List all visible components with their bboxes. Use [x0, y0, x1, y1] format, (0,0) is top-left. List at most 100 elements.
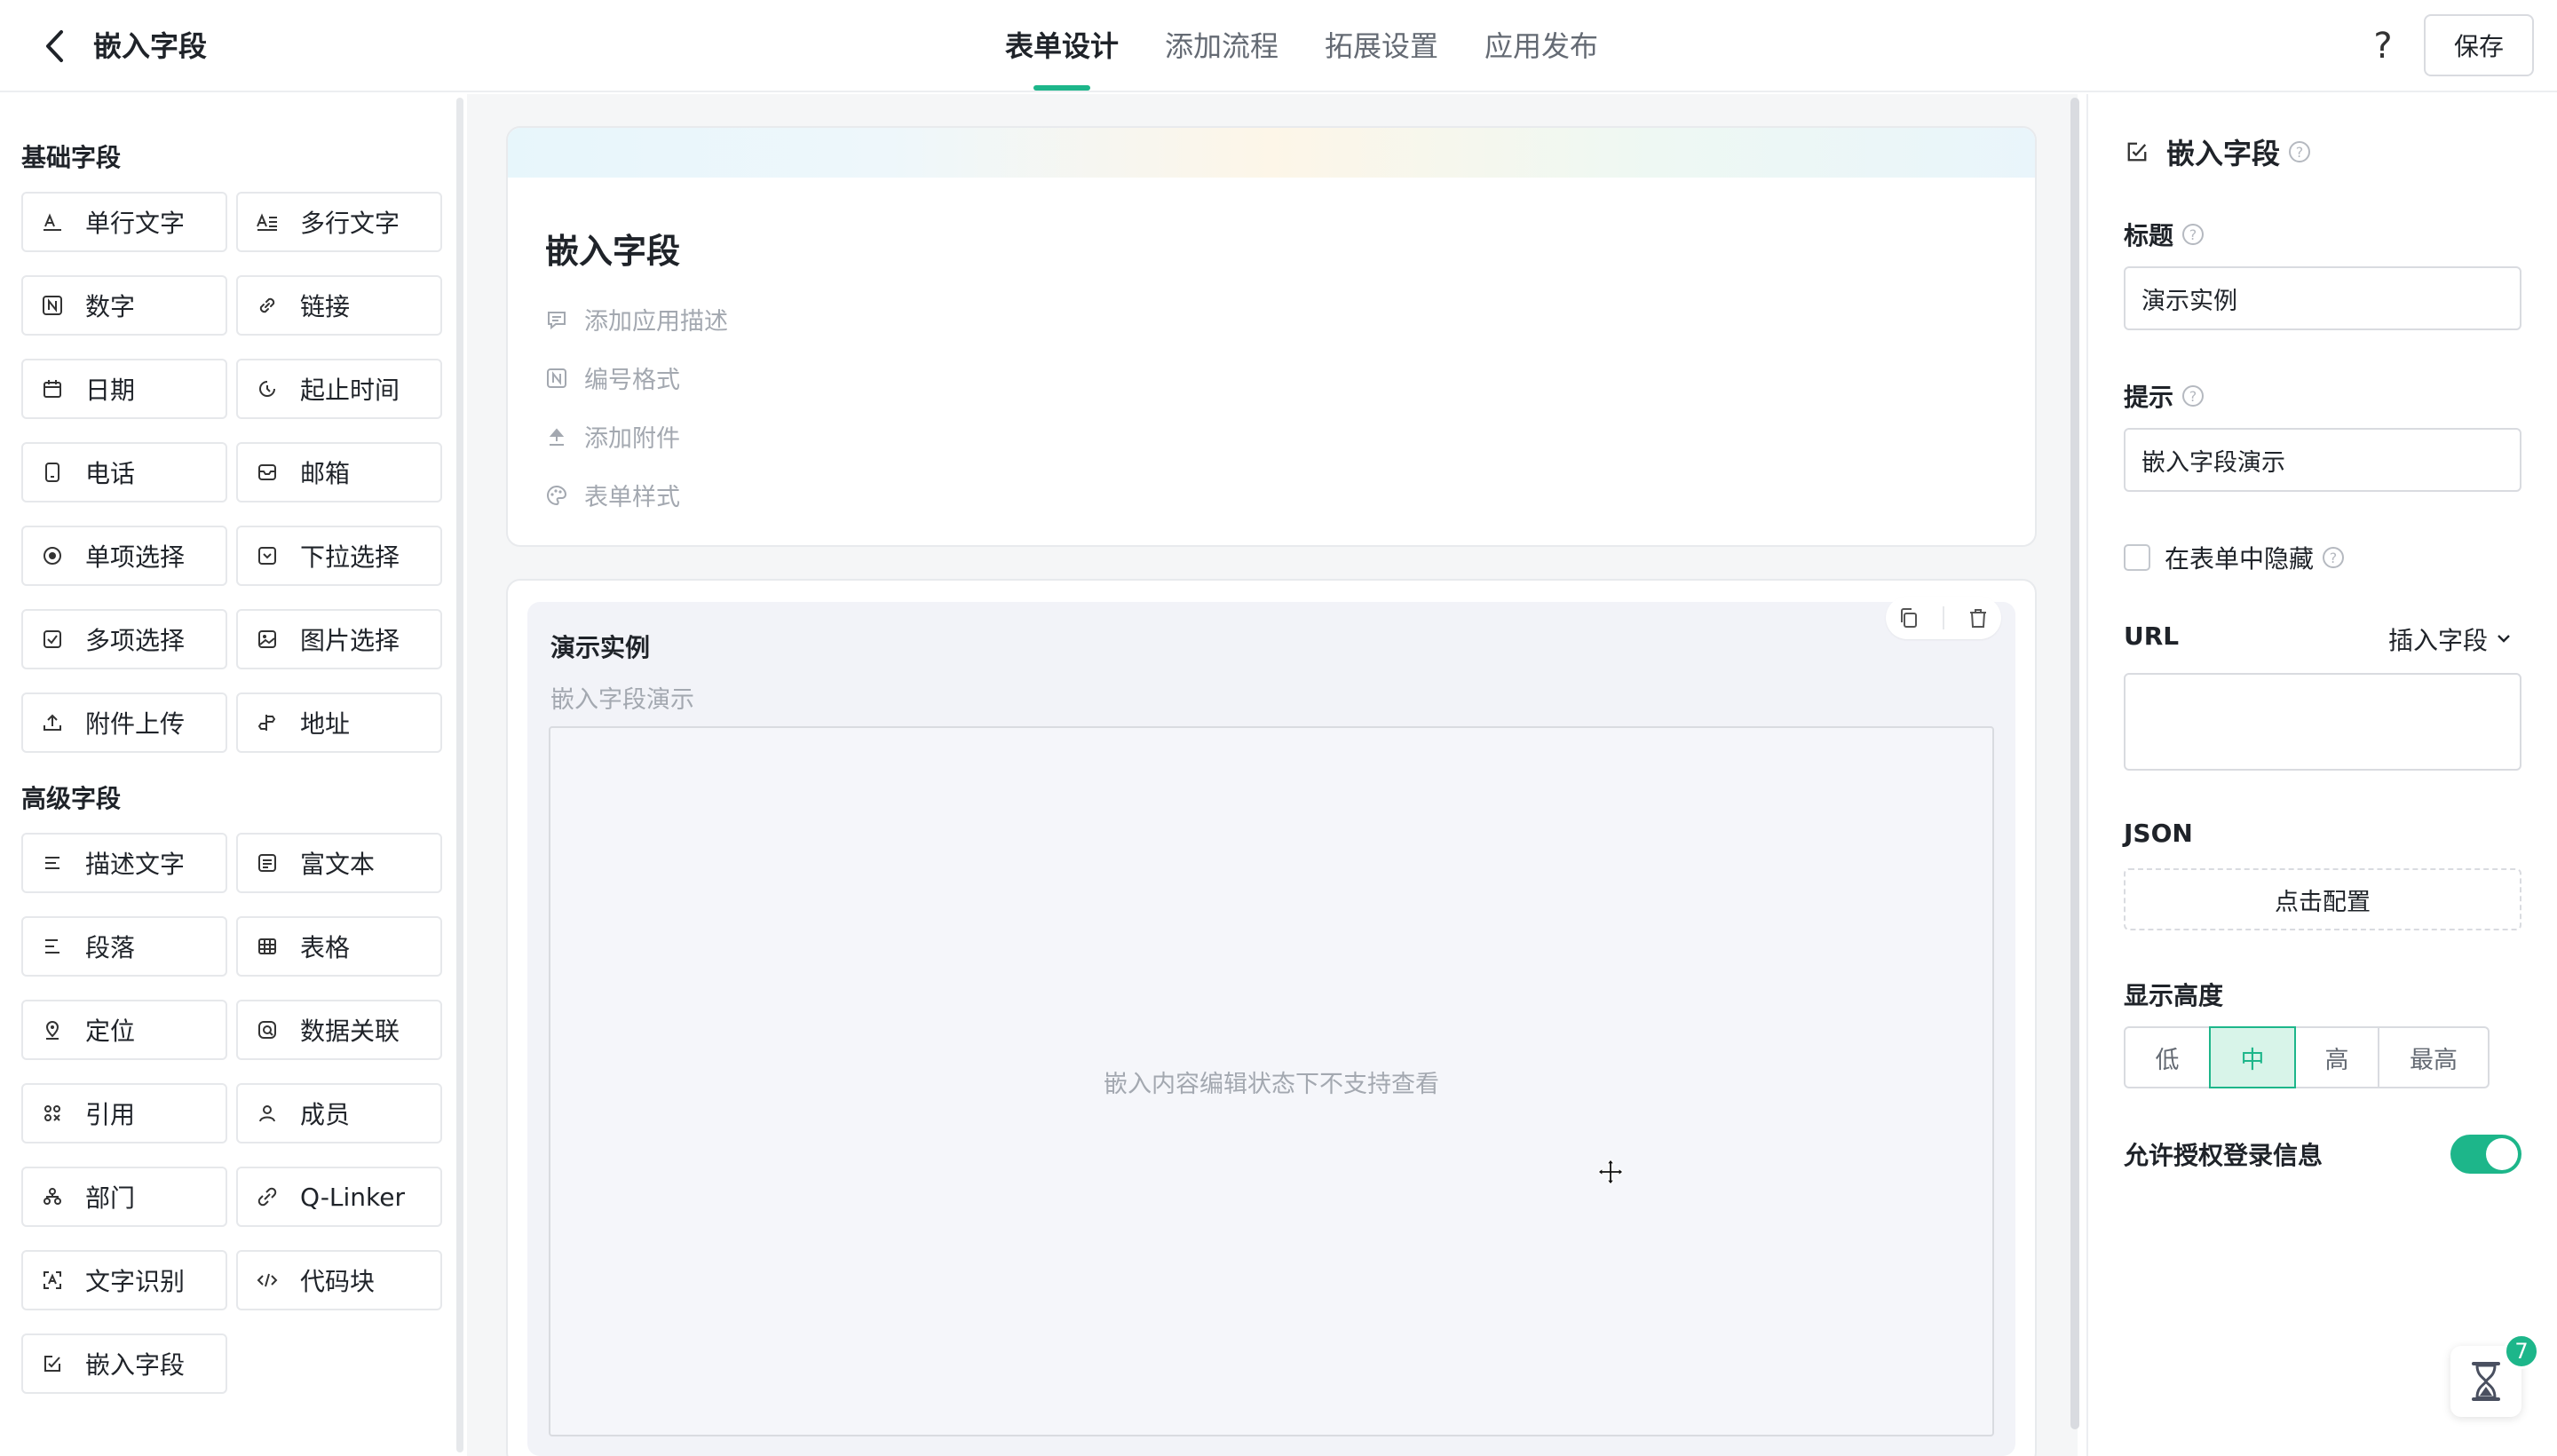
field-reference[interactable]: 引用	[21, 1083, 227, 1143]
field-label: 代码块	[300, 1267, 376, 1296]
height-option-highest[interactable]: 最高	[2378, 1026, 2490, 1088]
hide-in-form-checkbox[interactable]	[2124, 544, 2150, 571]
hide-in-form-label: 在表单中隐藏	[2165, 544, 2315, 574]
delete-field-button[interactable]	[1965, 605, 1991, 631]
add-description-button[interactable]: 添加应用描述	[545, 302, 728, 336]
height-option-low[interactable]: 低	[2124, 1026, 2211, 1088]
canvas-scrollbar[interactable]	[2070, 98, 2079, 1429]
toolbar-divider	[1942, 606, 1944, 629]
field-single-choice[interactable]: 单项选择	[21, 526, 227, 586]
field-label: 图片选择	[300, 626, 400, 655]
field-link[interactable]: 链接	[236, 275, 442, 336]
help-button[interactable]: ?	[2358, 21, 2408, 71]
field-label: 成员	[300, 1100, 351, 1129]
field-label: 富文本	[300, 850, 376, 879]
data-link-icon	[256, 1018, 279, 1041]
field-label: 定位	[85, 1017, 136, 1046]
height-option-high[interactable]: 高	[2294, 1026, 2379, 1088]
field-code-block[interactable]: 代码块	[236, 1250, 442, 1310]
field-q-linker[interactable]: Q-Linker	[236, 1167, 442, 1227]
url-input[interactable]	[2124, 673, 2521, 771]
chevron-left-icon	[46, 30, 63, 62]
time-range-icon	[256, 377, 279, 400]
field-ocr[interactable]: 文字识别	[21, 1250, 227, 1310]
field-number[interactable]: 数字	[21, 275, 227, 336]
sidebar-scrollbar[interactable]	[456, 98, 463, 1452]
title-label-text: 标题	[2124, 221, 2174, 250]
help-circle-icon[interactable]: ?	[2182, 224, 2205, 245]
tab-add-flow[interactable]: 添加流程	[1142, 0, 1302, 92]
field-dropdown[interactable]: 下拉选择	[236, 526, 442, 586]
allow-auth-toggle[interactable]	[2450, 1135, 2521, 1174]
height-option-medium[interactable]: 中	[2209, 1026, 2296, 1088]
help-circle-icon[interactable]: ?	[2323, 547, 2345, 568]
field-single-line-text[interactable]: 单行文字	[21, 192, 227, 252]
field-phone[interactable]: 电话	[21, 442, 227, 502]
embed-content-area: 嵌入内容编辑状态下不支持查看	[549, 726, 1994, 1436]
field-description[interactable]: 描述文字	[21, 833, 227, 893]
field-email[interactable]: 邮箱	[236, 442, 442, 502]
top-bar: 嵌入字段 表单设计 添加流程 拓展设置 应用发布 ? 保存	[0, 0, 2557, 92]
main-tabs: 表单设计 添加流程 拓展设置 应用发布	[982, 0, 1621, 92]
json-label: JSON	[2124, 819, 2193, 848]
field-label: 文字识别	[85, 1267, 186, 1296]
embed-icon	[41, 1352, 64, 1375]
save-button[interactable]: 保存	[2424, 14, 2534, 76]
copy-field-button[interactable]	[1896, 605, 1922, 631]
field-label: 引用	[85, 1100, 136, 1129]
help-circle-icon[interactable]: ?	[2182, 385, 2205, 407]
field-location[interactable]: 定位	[21, 1000, 227, 1060]
hide-in-form-option[interactable]: 在表单中隐藏 ?	[2124, 540, 2345, 575]
field-title: 演示实例	[550, 633, 651, 662]
calendar-icon	[41, 377, 64, 400]
field-multi-line-text[interactable]: 多行文字	[236, 192, 442, 252]
display-height-label: 显示高度	[2124, 981, 2224, 1010]
palette-icon	[545, 484, 568, 507]
url-label: URL	[2124, 621, 2180, 651]
q-linker-icon	[256, 1185, 279, 1208]
checkbox-icon	[41, 628, 64, 651]
form-style-button[interactable]: 表单样式	[545, 478, 680, 512]
form-title[interactable]: 嵌入字段	[545, 224, 680, 273]
link-icon	[256, 294, 279, 317]
field-address[interactable]: 地址	[236, 692, 442, 753]
field-department[interactable]: 部门	[21, 1167, 227, 1227]
tab-extension-settings[interactable]: 拓展设置	[1302, 0, 1461, 92]
tab-form-design[interactable]: 表单设计	[982, 0, 1142, 92]
panel-title: 嵌入字段 ?	[2124, 131, 2311, 172]
field-label: Q-Linker	[300, 1182, 406, 1212]
back-button[interactable]	[36, 27, 75, 66]
hint-input[interactable]	[2124, 428, 2521, 492]
field-attachment[interactable]: 附件上传	[21, 692, 227, 753]
advanced-fields-title: 高级字段	[21, 784, 122, 813]
multi-line-text-icon	[256, 210, 279, 233]
number-icon	[41, 294, 64, 317]
radio-icon	[41, 544, 64, 567]
field-rich-text[interactable]: 富文本	[236, 833, 442, 893]
field-data-link[interactable]: 数据关联	[236, 1000, 442, 1060]
field-label: 下拉选择	[300, 542, 400, 572]
hourglass-icon	[2472, 1362, 2500, 1401]
chevron-down-icon	[2498, 635, 2510, 643]
field-member[interactable]: 成员	[236, 1083, 442, 1143]
number-format-button[interactable]: 编号格式	[545, 360, 680, 395]
field-multi-choice[interactable]: 多项选择	[21, 609, 227, 669]
insert-field-dropdown[interactable]: 插入字段	[2388, 621, 2518, 657]
notification-badge: 7	[2504, 1333, 2539, 1369]
field-label: 电话	[85, 459, 136, 488]
rich-text-icon	[256, 851, 279, 874]
field-table[interactable]: 表格	[236, 916, 442, 977]
add-attachment-button[interactable]: 添加附件	[545, 419, 680, 454]
ocr-icon	[41, 1269, 64, 1292]
field-date[interactable]: 日期	[21, 359, 227, 419]
field-label: 邮箱	[300, 459, 351, 488]
code-icon	[256, 1269, 279, 1292]
tab-app-publish[interactable]: 应用发布	[1461, 0, 1621, 92]
title-input[interactable]	[2124, 266, 2521, 330]
configure-json-button[interactable]: 点击配置	[2124, 868, 2521, 930]
field-image-choice[interactable]: 图片选择	[236, 609, 442, 669]
field-paragraph[interactable]: 段落	[21, 916, 227, 977]
help-circle-icon[interactable]: ?	[2289, 141, 2311, 162]
field-embed[interactable]: 嵌入字段	[21, 1333, 227, 1394]
field-time-range[interactable]: 起止时间	[236, 359, 442, 419]
